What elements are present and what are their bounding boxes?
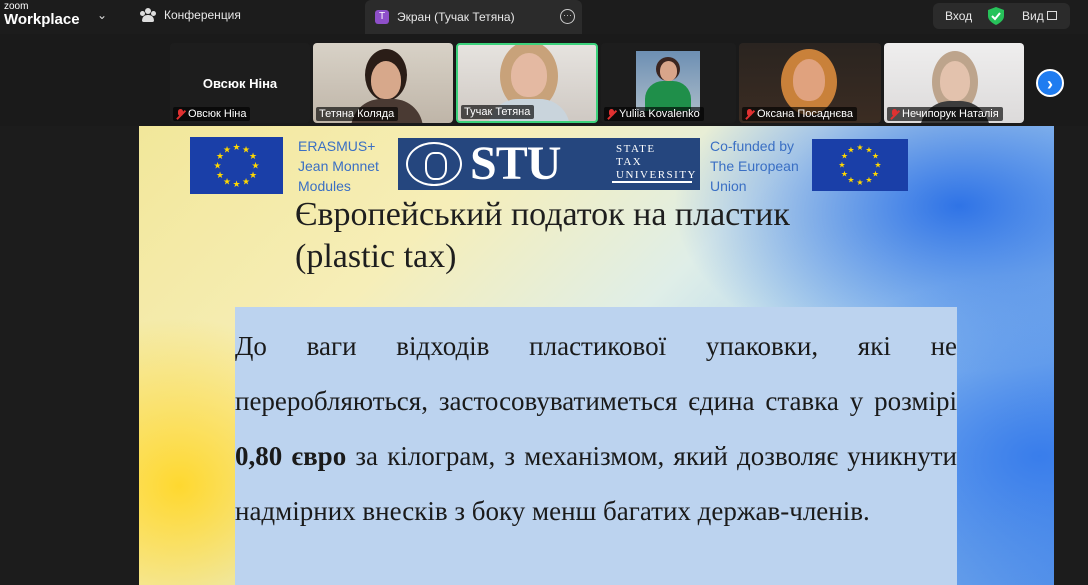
- people-icon: [140, 8, 156, 22]
- screen-share-label: Экран (Тучак Тетяна): [397, 10, 515, 24]
- stu-line: TAX: [616, 156, 643, 168]
- svg-text:★: ★: [856, 178, 863, 187]
- participant-name-large: Овсюк Ніна: [202, 76, 278, 91]
- svg-text:★: ★: [232, 180, 240, 190]
- eu-stars-icon: ★ ★★★ ★★★★ ★★★★: [213, 143, 259, 190]
- participant-name: Тучак Тетяна: [464, 106, 531, 118]
- svg-text:★: ★: [872, 152, 879, 161]
- slide-title: Європейський податок на пластик (plastic…: [295, 194, 790, 278]
- participant-name-tag: Овсюк Ніна: [173, 107, 251, 121]
- presenter-badge: T: [375, 10, 389, 24]
- participant-name-tag: Тучак Тетяна: [461, 105, 535, 119]
- participant-video[interactable]: Yuliia Kovalenko: [601, 43, 736, 123]
- slide-body-text: До ваги відходів пластикової упаковки, я…: [235, 319, 957, 539]
- participant-tile[interactable]: Овсюк Ніна Овсюк Ніна: [170, 43, 310, 123]
- cofunded-label: Co-funded by The European Union: [710, 136, 799, 196]
- participant-name-tag: Yuliia Kovalenko: [604, 107, 704, 121]
- top-bar: zoom Workplace ⌄ Конференция T Экран (Ту…: [0, 0, 1088, 34]
- participant-name: Нечипорук Наталія: [902, 108, 999, 120]
- more-options-icon[interactable]: ···: [560, 9, 575, 24]
- participant-video-active[interactable]: Тучак Тетяна: [456, 43, 598, 123]
- chevron-right-icon: ›: [1047, 74, 1053, 94]
- svg-text:★: ★: [216, 171, 224, 181]
- mic-muted-icon: [176, 108, 185, 120]
- body-text-bold: 0,80 євро: [235, 441, 347, 471]
- mic-muted-icon: [607, 108, 616, 120]
- view-button[interactable]: Вид: [1022, 9, 1044, 23]
- svg-text:★: ★: [232, 143, 240, 153]
- chevron-down-icon[interactable]: ⌄: [97, 8, 107, 22]
- cofunded-line: The European: [710, 158, 799, 174]
- cofunded-line: Co-funded by: [710, 138, 795, 154]
- face-shape: [660, 61, 677, 81]
- svg-text:★: ★: [841, 170, 848, 179]
- logo-underline: [612, 181, 692, 183]
- next-page-button[interactable]: ›: [1036, 69, 1064, 97]
- svg-text:★: ★: [847, 176, 854, 185]
- zoom-workplace-logo[interactable]: zoom Workplace: [4, 2, 80, 28]
- face-shape: [940, 61, 970, 101]
- conference-label: Конференция: [164, 8, 241, 22]
- participant-name: Yuliia Kovalenko: [619, 108, 700, 120]
- svg-text:★: ★: [249, 152, 257, 162]
- stu-line: STATE: [616, 143, 656, 155]
- stu-subtitle: STATE TAX UNIVERSITY: [616, 143, 697, 182]
- participant-name: Оксана Посаднєва: [757, 108, 853, 120]
- presentation-slide: ★ ★ ★ ★ ★ ★ ★ ★ ★ ★ ★ ★ ERASMUS+ Jean Monnet Modu…: [139, 126, 1054, 585]
- participant-strip: Овсюк Ніна Овсюк Ніна Тетяна Коляда Туча…: [0, 34, 1088, 126]
- erasmus-line: Modules: [298, 178, 351, 194]
- slide-title-line: (plastic tax): [295, 238, 457, 275]
- svg-text:★: ★: [874, 161, 881, 170]
- svg-text:★: ★: [223, 146, 231, 156]
- body-text-part: До ваги відходів пластикової упаковки, я…: [235, 331, 957, 416]
- face-shape: [511, 53, 547, 97]
- svg-text:★: ★: [213, 162, 221, 172]
- stu-logo: STU STATE TAX UNIVERSITY: [398, 138, 700, 190]
- screen-share-tab[interactable]: T Экран (Тучак Тетяна) ···: [365, 0, 582, 34]
- erasmus-line: Jean Monnet: [298, 158, 379, 174]
- svg-text:★: ★: [249, 171, 257, 181]
- conference-button[interactable]: Конференция: [140, 8, 241, 22]
- svg-text:★: ★: [847, 146, 854, 155]
- participant-video[interactable]: Тетяна Коляда: [313, 43, 453, 123]
- svg-text:★: ★: [856, 143, 863, 152]
- logo-big-text: Workplace: [4, 11, 80, 28]
- erasmus-line: ERASMUS+: [298, 138, 376, 154]
- face-shape: [371, 61, 401, 99]
- participant-video[interactable]: Нечипорук Наталія: [884, 43, 1024, 123]
- grid-view-icon[interactable]: [1047, 11, 1057, 20]
- svg-text:★: ★: [242, 178, 250, 188]
- svg-text:★: ★: [251, 162, 259, 172]
- participant-name-tag: Нечипорук Наталія: [887, 107, 1003, 121]
- cofunded-line: Union: [710, 178, 747, 194]
- participant-name: Овсюк Ніна: [188, 108, 247, 120]
- erasmus-label: ERASMUS+ Jean Monnet Modules: [298, 136, 379, 196]
- svg-text:★: ★: [872, 170, 879, 179]
- shield-check-icon[interactable]: [988, 7, 1004, 25]
- participant-name-tag: Тетяна Коляда: [316, 107, 399, 121]
- participant-name: Тетяна Коляда: [319, 108, 395, 120]
- slide-body-highlight: До ваги відходів пластикової упаковки, я…: [235, 307, 957, 585]
- mic-muted-icon: [745, 108, 754, 120]
- participant-name-tag: Оксана Посаднєва: [742, 107, 857, 121]
- eu-flag-icon: ★ ★ ★ ★ ★ ★ ★ ★ ★ ★ ★ ★: [812, 139, 908, 191]
- eu-flag-icon: ★ ★ ★ ★ ★ ★ ★ ★ ★ ★ ★ ★: [190, 137, 283, 194]
- login-button[interactable]: Вход: [945, 9, 972, 23]
- right-controls: Вход Вид: [933, 3, 1070, 29]
- slide-title-line: Європейський податок на пластик: [295, 196, 790, 233]
- eu-stars-icon: ★ ★★★ ★★★★ ★★★★: [838, 143, 881, 187]
- screen-share-area: ★ ★ ★ ★ ★ ★ ★ ★ ★ ★ ★ ★ ERASMUS+ Jean Monnet Modu…: [0, 126, 1088, 585]
- mic-muted-icon: [890, 108, 899, 120]
- participant-video[interactable]: Оксана Посаднєва: [739, 43, 881, 123]
- svg-text:★: ★: [838, 161, 845, 170]
- university-seal-icon: [406, 142, 462, 186]
- face-shape: [793, 59, 825, 101]
- svg-text:★: ★: [865, 176, 872, 185]
- svg-text:★: ★: [223, 178, 231, 188]
- stu-logo-text: STU: [470, 137, 561, 190]
